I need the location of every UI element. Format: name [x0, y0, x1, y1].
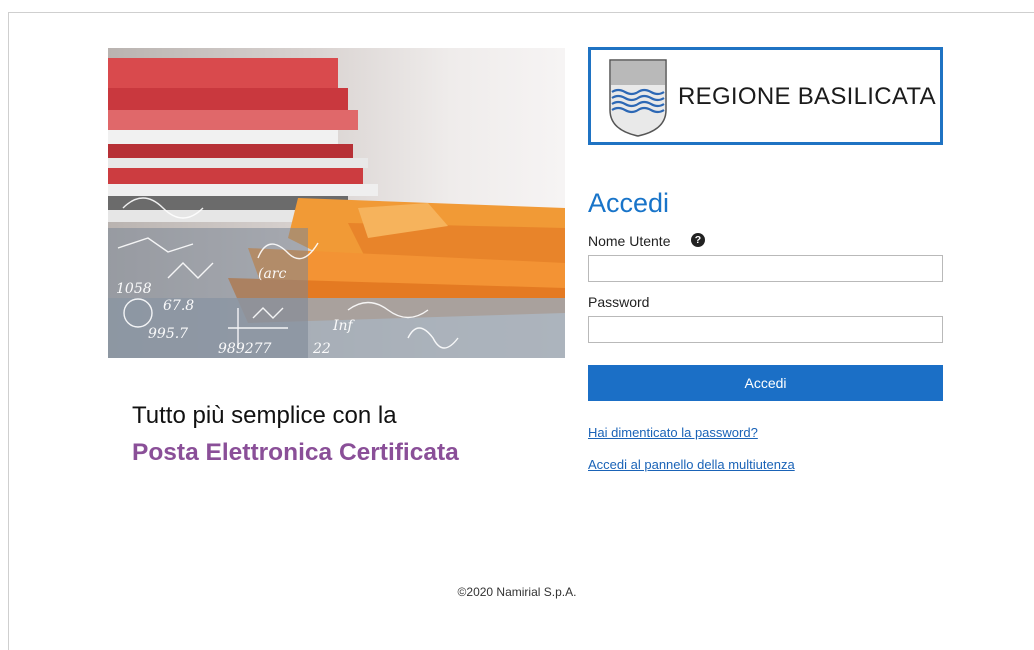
tagline-line-1: Tutto più semplice con la — [132, 402, 397, 429]
svg-text:995.7: 995.7 — [148, 326, 188, 342]
question-circle-icon[interactable]: ? — [691, 233, 705, 247]
svg-text:(arc: (arc — [258, 266, 287, 282]
brand-name: REGIONE BASILICATA — [678, 83, 936, 110]
tagline-line-2: Posta Elettronica Certificata — [132, 439, 459, 466]
forgot-password-link[interactable]: Hai dimenticato la password? — [588, 425, 758, 440]
brand-logo: REGIONE BASILICATA — [588, 47, 943, 145]
svg-text:Inf: Inf — [332, 318, 356, 334]
region-shield-icon — [609, 59, 667, 137]
svg-text:22: 22 — [312, 341, 331, 357]
svg-text:989277: 989277 — [218, 341, 272, 357]
username-label: Nome Utente — [588, 233, 671, 249]
footer-copyright: ©2020 Namirial S.p.A. — [457, 585, 577, 599]
login-title: Accedi — [588, 188, 670, 218]
svg-text:67.8: 67.8 — [163, 298, 194, 314]
password-input[interactable] — [588, 316, 943, 343]
tagline: Tutto più semplice con la Posta Elettron… — [132, 398, 572, 472]
username-input[interactable] — [588, 255, 943, 282]
login-button[interactable]: Accedi — [588, 365, 943, 401]
multiuser-panel-link[interactable]: Accedi al pannello della multiutenza — [588, 457, 795, 472]
hero-image: 1058 67.8 995.7 (arc Inf 989277 22 — [108, 48, 565, 358]
svg-text:1058: 1058 — [116, 281, 152, 297]
password-label: Password — [588, 294, 650, 310]
